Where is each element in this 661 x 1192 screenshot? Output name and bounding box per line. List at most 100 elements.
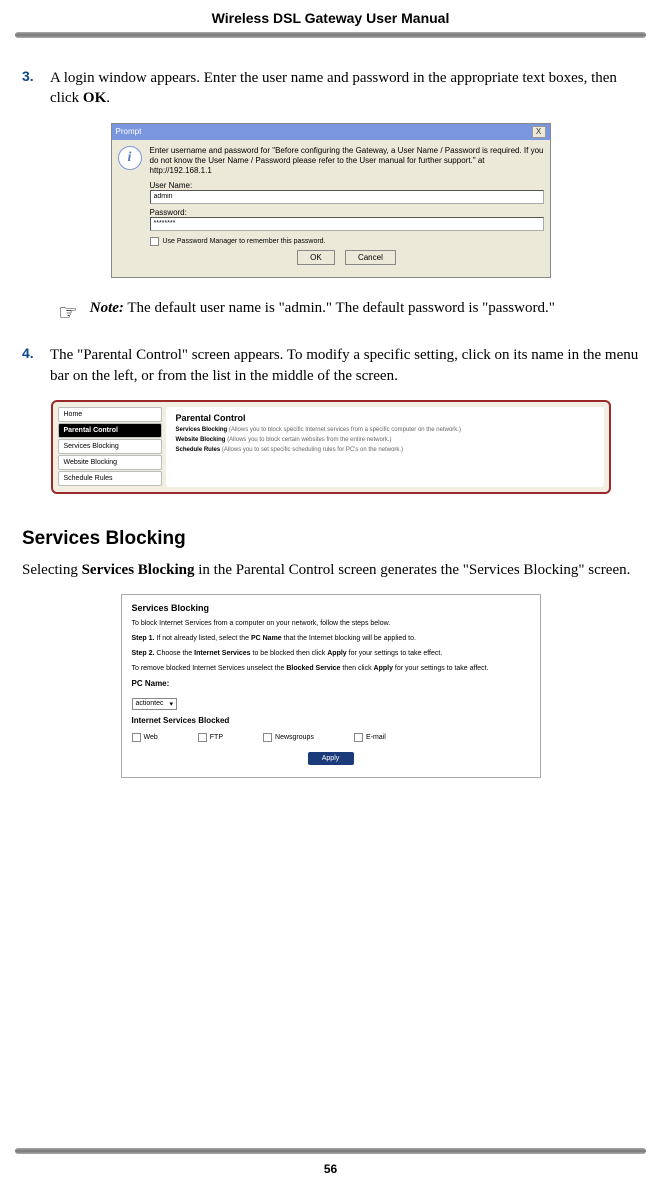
sb-step1-b: Step 1. — [132, 635, 155, 642]
parental-title: Parental Control — [176, 413, 594, 423]
sb-intro: To block Internet Services from a comput… — [132, 619, 530, 628]
sb-panel: Services Blocking To block Internet Serv… — [121, 594, 541, 778]
step-4-text: The "Parental Control" screen appears. T… — [50, 345, 639, 386]
sb-rem-c: then click — [340, 665, 373, 672]
sidebar-item-home[interactable]: Home — [58, 407, 162, 422]
parental-control-figure: Home Parental Control Services Blocking … — [22, 400, 639, 494]
svc-checks: Web FTP Newsgroups E-mail — [132, 733, 530, 742]
pcname-label: PC Name: — [132, 679, 530, 688]
prompt-message: Enter username and password for "Before … — [150, 146, 544, 177]
checkbox-web[interactable] — [132, 733, 141, 742]
check-email[interactable]: E-mail — [354, 733, 386, 742]
sb-step2-b2: Internet Services — [194, 650, 250, 657]
sb-rem-e: for your settings to take affect. — [393, 665, 489, 672]
check-web-label: Web — [144, 734, 158, 741]
parental-row-website[interactable]: Website Blocking (Allows you to block ce… — [176, 437, 594, 443]
parental-desc-schedule: (Allows you to set specific scheduling r… — [220, 447, 403, 453]
checkbox-email[interactable] — [354, 733, 363, 742]
sidebar-item-schedule[interactable]: Schedule Rules — [58, 471, 162, 486]
page-number: 56 — [0, 1162, 661, 1176]
sb-rem-d: Apply — [374, 665, 393, 672]
info-icon: i — [118, 146, 142, 170]
section-heading: Services Blocking — [22, 528, 639, 550]
step-4: 4. The "Parental Control" screen appears… — [22, 345, 639, 386]
step-3-text: A login window appears. Enter the user n… — [50, 68, 639, 109]
services-blocking-figure: Services Blocking To block Internet Serv… — [22, 594, 639, 778]
note-block: ☞ Note: The default user name is "admin.… — [58, 298, 639, 328]
prompt-titlebar: Prompt X — [112, 124, 550, 140]
para-a: Selecting — [22, 562, 82, 578]
close-icon[interactable]: X — [532, 126, 546, 138]
sidebar-item-website[interactable]: Website Blocking — [58, 455, 162, 470]
prompt-dialog: Prompt X i Enter username and password f… — [111, 123, 551, 278]
sidebar-item-services[interactable]: Services Blocking — [58, 439, 162, 454]
parental-link-schedule[interactable]: Schedule Rules — [176, 447, 221, 453]
parental-desc-website: (Allows you to block certain websites fr… — [225, 437, 391, 443]
sb-step1-t2: that the Internet blocking will be appli… — [282, 635, 416, 642]
parental-panel: Home Parental Control Services Blocking … — [51, 400, 611, 494]
content: 3. A login window appears. Enter the use… — [0, 38, 661, 778]
page-header: Wireless DSL Gateway User Manual — [0, 0, 661, 32]
sb-step2-t2: to be blocked then click — [251, 650, 328, 657]
checkbox-ftp[interactable] — [198, 733, 207, 742]
check-news-label: Newsgroups — [275, 734, 314, 741]
cancel-button[interactable]: Cancel — [345, 250, 396, 265]
prompt-title-text: Prompt — [116, 127, 142, 136]
prompt-buttons: OK Cancel — [150, 250, 544, 265]
sb-step2-b: Step 2. — [132, 650, 155, 657]
checkbox-news[interactable] — [263, 733, 272, 742]
parental-row-schedule[interactable]: Schedule Rules (Allows you to set specif… — [176, 447, 594, 453]
check-news[interactable]: Newsgroups — [263, 733, 314, 742]
prompt-body: i Enter username and password for "Befor… — [112, 140, 550, 277]
sb-title: Services Blocking — [132, 603, 530, 613]
step-3-bold: OK — [83, 90, 106, 106]
svc-label: Internet Services Blocked — [132, 716, 530, 725]
chevron-down-icon: ▾ — [170, 700, 174, 708]
sidebar-item-parental[interactable]: Parental Control — [58, 423, 162, 438]
step-3-text-b: . — [106, 90, 110, 106]
sb-step1-b2: PC Name — [251, 635, 282, 642]
username-input[interactable] — [150, 190, 544, 204]
check-ftp-label: FTP — [210, 734, 223, 741]
parental-link-services[interactable]: Services Blocking — [176, 427, 228, 433]
check-email-label: E-mail — [366, 734, 386, 741]
parental-link-website[interactable]: Website Blocking — [176, 437, 226, 443]
parental-desc-services: (Allows you to block specific Internet s… — [227, 427, 461, 433]
remember-row: Use Password Manager to remember this pa… — [150, 237, 544, 246]
sb-step2-b3: Apply — [327, 650, 346, 657]
parental-main: Parental Control Services Blocking (Allo… — [166, 407, 604, 487]
login-prompt-figure: Prompt X i Enter username and password f… — [22, 123, 639, 278]
intro-paragraph: Selecting Services Blocking in the Paren… — [22, 560, 639, 580]
sb-rem-a: To remove blocked Internet Services unse… — [132, 665, 287, 672]
check-web[interactable]: Web — [132, 733, 158, 742]
sb-rem-b: Blocked Service — [286, 665, 340, 672]
step-3: 3. A login window appears. Enter the use… — [22, 68, 639, 109]
password-input[interactable] — [150, 217, 544, 231]
password-label: Password: — [150, 208, 544, 217]
pointing-hand-icon: ☞ — [58, 298, 78, 328]
sb-step2: Step 2. Choose the Internet Services to … — [132, 649, 530, 658]
note-prefix: Note: — [90, 300, 124, 316]
pcname-select[interactable]: actiontec ▾ — [132, 698, 178, 710]
remember-checkbox[interactable] — [150, 237, 159, 246]
para-c: in the Parental Control screen generates… — [195, 562, 631, 578]
sb-remove: To remove blocked Internet Services unse… — [132, 664, 530, 673]
parental-row-services[interactable]: Services Blocking (Allows you to block s… — [176, 427, 594, 433]
check-ftp[interactable]: FTP — [198, 733, 223, 742]
apply-button[interactable]: Apply — [308, 752, 354, 765]
para-b: Services Blocking — [82, 562, 195, 578]
step-3-number: 3. — [22, 68, 50, 109]
sb-step1: Step 1. If not already listed, select th… — [132, 634, 530, 643]
note-text: Note: The default user name is "admin." … — [90, 298, 555, 328]
pcname-value: actiontec — [136, 700, 164, 707]
step-3-text-a: A login window appears. Enter the user n… — [50, 70, 617, 106]
sb-step1-t1: If not already listed, select the — [154, 635, 251, 642]
sb-step2-t3: for your settings to take effect. — [347, 650, 443, 657]
prompt-fields: Enter username and password for "Before … — [150, 146, 544, 271]
username-label: User Name: — [150, 181, 544, 190]
footer-rule — [15, 1148, 646, 1154]
step-4-number: 4. — [22, 345, 50, 386]
ok-button[interactable]: OK — [297, 250, 335, 265]
note-body: The default user name is "admin." The de… — [124, 300, 555, 316]
sb-step2-t1: Choose the — [154, 650, 194, 657]
